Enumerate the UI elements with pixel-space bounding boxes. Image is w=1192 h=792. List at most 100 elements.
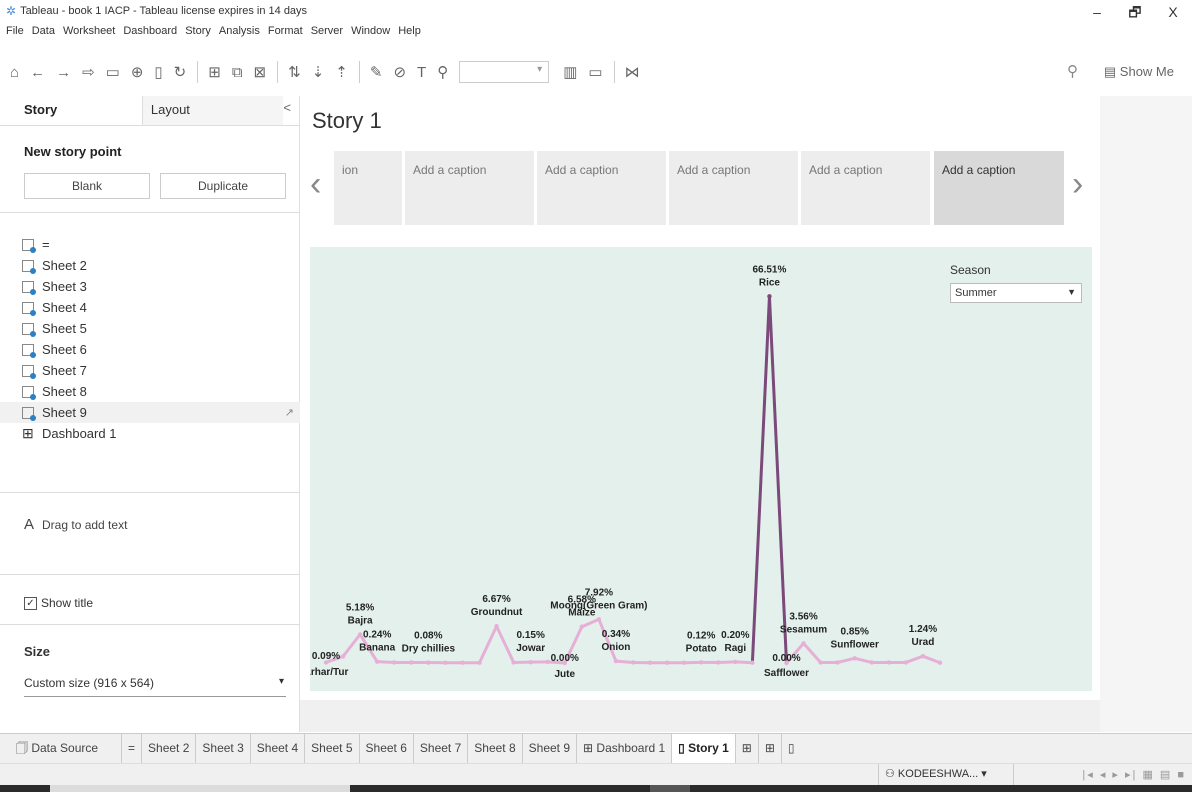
tab-story[interactable]: Story [0,96,142,125]
data-point[interactable] [443,660,448,665]
data-point[interactable] [340,654,346,659]
data-point[interactable] [750,660,755,665]
data-point[interactable] [511,660,516,665]
data-point[interactable] [801,641,806,646]
pin-icon[interactable]: ⚲ [1067,62,1078,80]
duplicate-button[interactable]: Duplicate [160,173,286,199]
data-point[interactable] [630,660,636,665]
data-point[interactable] [920,653,926,659]
sheet-item[interactable]: Sheet 6 [22,339,300,360]
sheet-item[interactable]: Sheet 4 [22,297,300,318]
save-icon[interactable]: ▭ [106,63,120,81]
tab-data-source[interactable]: 🗍 Data Source [0,734,122,763]
data-point[interactable] [903,660,909,665]
data-point[interactable] [374,659,380,664]
tab-sheet[interactable]: Sheet 2 [142,734,197,763]
blank-button[interactable]: Blank [24,173,150,199]
chevron-right-icon[interactable]: › [1072,165,1083,204]
story-point-caption[interactable]: Add a caption [405,151,534,225]
collapse-panel-button[interactable]: < [283,96,299,125]
data-point[interactable] [579,624,585,629]
data-point[interactable] [716,660,721,665]
presentation-icon[interactable]: ▭ [588,63,602,81]
show-cards-icon[interactable]: ▥ [563,63,577,81]
tab-sheet[interactable]: Sheet 4 [251,734,306,763]
data-point[interactable] [528,659,533,665]
drag-text-object[interactable]: A Drag to add text [24,516,127,533]
new-worksheet-icon[interactable]: ⊞ [208,63,221,81]
sheet-item[interactable]: Sheet 8 [22,381,300,402]
user-menu[interactable]: ⚇ KODEESHWA... ▾ [878,764,1014,786]
show-me-button[interactable]: ⚲ ▤ Show Me [1067,63,1174,80]
data-point[interactable] [767,294,772,299]
highlight-icon[interactable]: ✎ [370,63,383,81]
tab-dashboard[interactable]: ⊞ Dashboard 1 [577,734,673,763]
season-select[interactable]: Summer ▼ [950,283,1082,303]
close-button[interactable]: X [1154,0,1192,26]
data-point[interactable] [494,624,499,629]
story-point-caption[interactable]: Add a caption [669,151,798,225]
tab-sheet[interactable]: Sheet 8 [468,734,523,763]
show-title-toggle[interactable]: ✓ Show title [24,596,93,610]
sheet-item[interactable]: Sheet 3 [22,276,300,297]
data-point[interactable] [647,660,653,665]
sheet-item-selected[interactable]: Sheet 9 ↗ [0,402,300,423]
tab-sheet[interactable]: Sheet 5 [305,734,360,763]
sort-desc-icon[interactable]: ⇡ [335,63,348,81]
forward-icon[interactable]: → [56,64,71,81]
data-point[interactable] [733,659,738,665]
menu-worksheet[interactable]: Worksheet [63,22,115,40]
data-point[interactable] [460,660,465,665]
labels-icon[interactable]: T [417,64,426,81]
menu-analysis[interactable]: Analysis [219,22,260,40]
tab-sheet[interactable]: Sheet 9 [523,734,578,763]
sheet-item[interactable]: Sheet 5 [22,318,300,339]
tab-story-active[interactable]: ▯ Story 1 [672,734,736,763]
new-story-tab-icon[interactable]: ▯ [782,734,801,763]
back-icon[interactable]: ← [30,64,45,81]
data-point[interactable] [613,658,619,664]
story-point-caption[interactable]: Add a caption [801,151,930,225]
data-point[interactable] [426,660,431,665]
story-point-caption[interactable]: Add a caption [537,151,666,225]
data-point[interactable] [477,660,482,665]
data-point[interactable] [596,617,602,622]
data-point[interactable] [409,660,414,665]
menu-dashboard[interactable]: Dashboard [123,22,177,40]
data-point[interactable] [664,660,670,665]
group-icon[interactable]: ⊘ [393,63,406,81]
menu-server[interactable]: Server [311,22,343,40]
menu-data[interactable]: Data [32,22,55,40]
data-point[interactable] [886,660,892,665]
tab-sheet[interactable]: = [122,734,143,763]
sheet-navigation-icons[interactable]: |◂ ◂ ▸ ▸| ▦ ▤ ■ [1082,768,1186,781]
home-icon[interactable]: ⌂ [10,64,19,81]
maximize-button[interactable]: 🗗 [1116,0,1154,26]
story-point-caption[interactable]: ion [334,151,402,225]
dashboard-item[interactable]: ⊞ Dashboard 1 [22,423,300,444]
data-point[interactable] [852,656,857,661]
menu-story[interactable]: Story [185,22,211,40]
go-to-sheet-icon[interactable]: ↗ [285,406,294,419]
data-point[interactable] [545,659,550,665]
minimize-button[interactable]: – [1078,0,1116,26]
data-point[interactable] [681,660,687,665]
duplicate-sheet-icon[interactable]: ⧉ [232,64,243,81]
new-worksheet-tab-icon[interactable]: ⊞ [736,734,759,763]
size-select[interactable]: Custom size (916 x 564) ▾ [24,676,286,697]
tab-sheet[interactable]: Sheet 7 [414,734,469,763]
swap-icon[interactable]: ⇅ [288,63,301,81]
chevron-left-icon[interactable]: ‹ [310,165,321,204]
checkbox-checked-icon[interactable]: ✓ [24,596,37,610]
pin-icon[interactable]: ⚲ [437,63,448,81]
tab-sheet[interactable]: Sheet 3 [196,734,251,763]
refresh-icon[interactable]: ↻ [174,63,187,81]
data-point[interactable] [392,660,397,665]
menu-file[interactable]: File [6,22,24,40]
data-point[interactable] [835,660,840,665]
clear-sheet-icon[interactable]: ⊠ [254,63,267,81]
sort-asc-icon[interactable]: ⇣ [312,63,325,81]
data-point[interactable] [357,632,363,637]
menu-help[interactable]: Help [398,22,421,40]
new-dashboard-tab-icon[interactable]: ⊞ [759,734,782,763]
